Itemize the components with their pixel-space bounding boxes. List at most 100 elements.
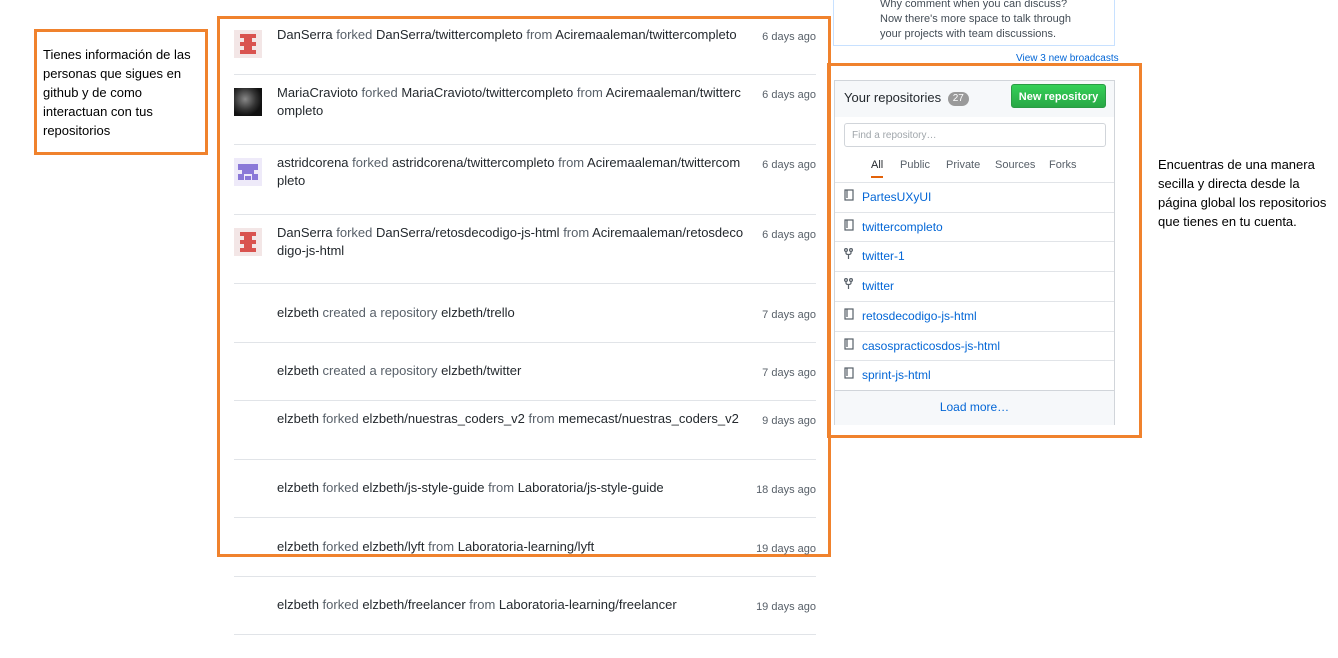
feed-target-repo-link[interactable]: astridcorena/twittercompleto [392,155,555,170]
avatar[interactable] [234,30,262,58]
feed-verb: forked [336,225,373,240]
tab-forks[interactable]: Forks [1049,159,1077,171]
feed-verb: forked [336,27,373,42]
feed-timestamp: 6 days ago [762,31,816,43]
avatar[interactable] [234,88,262,116]
feed-item-text: elzbeth forked elzbeth/lyft from Laborat… [277,538,745,556]
annotation-left-box: Tienes información de las personas que s… [34,29,208,155]
repository-item[interactable]: twitter-1 [835,241,1114,270]
feed-timestamp: 6 days ago [762,159,816,171]
repositories-header: Your repositories 27 New repository [835,81,1114,117]
feed-timestamp: 19 days ago [756,542,816,555]
feed-verb: forked [361,85,398,100]
feed-item: DanSerra forked DanSerra/retosdecodigo-j… [234,214,816,284]
feed-actor-link[interactable]: DanSerra [277,27,333,42]
feed-preposition: from [526,27,553,42]
repository-item[interactable]: twittercompleto [835,211,1114,241]
avatar[interactable] [234,228,262,256]
tab-public[interactable]: Public [900,159,930,171]
repository-item[interactable]: PartesUXyUI [835,182,1114,211]
feed-actor-link[interactable]: elzbeth [277,539,319,554]
repositories-panel: Your repositories 27 New repository All … [834,80,1115,426]
feed-source-repo-link[interactable]: memecast/nuestras_coders_v2 [558,411,739,426]
feed-actor-link[interactable]: astridcorena [277,155,349,170]
repo-icon [844,361,854,389]
fork-icon [844,242,853,270]
load-more-link[interactable]: Load more… [835,390,1114,425]
feed-preposition: from [428,538,455,554]
feed-target-repo-link[interactable]: DanSerra/retosdecodigo-js-html [376,225,560,240]
feed-timestamp: 7 days ago [762,367,816,379]
feed-timestamp: 6 days ago [762,229,816,241]
feed-target-repo-link[interactable]: elzbeth/freelancer [362,597,465,612]
repository-name-link[interactable]: retosdecodigo-js-html [862,302,977,330]
feed-target-repo-link[interactable]: elzbeth/js-style-guide [362,480,484,495]
repository-name-link[interactable]: PartesUXyUI [862,183,931,211]
feed-verb: forked [322,480,359,495]
feed-target-repo-link[interactable]: elzbeth/lyft [362,539,424,554]
repository-name-link[interactable]: twitter-1 [862,242,905,270]
feed-item: elzbeth forked elzbeth/js-style-guide fr… [234,459,816,518]
feed-preposition: from [528,411,555,426]
feed-target-repo-link[interactable]: elzbeth/nuestras_coders_v2 [362,411,525,426]
repository-item[interactable]: sprint-js-html [835,360,1114,389]
feed-timestamp: 19 days ago [756,601,816,613]
repositories-count-badge: 27 [947,92,969,106]
new-repository-button[interactable]: New repository [1011,84,1106,108]
repositories-body: All Public Private Sources Forks PartesU… [835,117,1114,426]
feed-actor-link[interactable]: elzbeth [277,363,319,378]
repository-name-link[interactable]: twitter [862,272,894,300]
feed-actor-link[interactable]: elzbeth [277,305,319,320]
feed-target-repo-link[interactable]: MariaCravioto/twittercompleto [401,85,573,100]
broadcast-card: Why comment when you can discuss? Now th… [833,0,1115,46]
feed-target-repo-link[interactable]: DanSerra/twittercompleto [376,27,523,42]
feed-actor-link[interactable]: DanSerra [277,225,333,240]
feed-timestamp: 18 days ago [756,484,816,496]
repository-name-link[interactable]: casospracticosdos-js-html [862,332,1000,360]
feed-item: astridcorena forked astridcorena/twitter… [234,144,816,215]
feed-source-repo-link[interactable]: Laboratoria-learning/lyft [458,539,595,554]
avatar[interactable] [234,158,262,186]
find-repository-input[interactable] [844,123,1106,147]
feed-preposition: from [563,225,590,240]
feed-timestamp: 6 days ago [762,89,816,101]
feed-item-text: elzbeth forked elzbeth/freelancer from L… [277,596,745,614]
feed-actor-link[interactable]: elzbeth [277,411,319,426]
feed-item: elzbeth created a repository elzbeth/tre… [234,283,816,343]
feed-preposition: from [488,480,515,495]
feed-actor-link[interactable]: elzbeth [277,480,319,495]
feed-source-repo-link[interactable]: Laboratoria/js-style-guide [518,480,664,495]
tab-private[interactable]: Private [946,159,980,171]
repository-name-link[interactable]: twittercompleto [862,213,943,241]
feed-verb: created a repository [322,363,438,378]
feed-preposition: from [576,85,603,100]
feed-target-repo-link[interactable]: elzbeth/trello [441,305,515,320]
feed-actor-link[interactable]: elzbeth [277,597,319,612]
feed-target-repo-link[interactable]: elzbeth/twitter [441,363,521,378]
tab-sources[interactable]: Sources [995,159,1035,171]
repository-item[interactable]: casospracticosdos-js-html [835,330,1114,360]
repository-item[interactable]: retosdecodigo-js-html [835,300,1114,330]
feed-verb: forked [352,155,389,170]
feed-item-text: MariaCravioto forked MariaCravioto/twitt… [277,84,745,120]
feed-actor-link[interactable]: MariaCravioto [277,85,358,100]
repository-item[interactable]: twitter [835,271,1114,300]
repo-icon [844,213,854,241]
repo-icon [844,332,854,360]
view-broadcasts-link[interactable]: View 3 new broadcasts [1016,53,1119,64]
feed-source-repo-link[interactable]: Laboratoria-learning/freelancer [499,597,677,612]
feed-item: elzbeth forked elzbeth/lyft from Laborat… [234,517,816,577]
tab-all[interactable]: All [871,159,884,178]
feed-timestamp: 9 days ago [762,415,816,427]
feed-item-text: elzbeth created a repository elzbeth/tre… [277,304,745,322]
feed-verb: forked [322,538,359,554]
repo-icon [844,183,854,211]
feed-item-text: DanSerra forked DanSerra/twittercompleto… [277,26,745,44]
feed-item: elzbeth forked elzbeth/freelancer from L… [234,576,816,635]
feed-source-repo-link[interactable]: Aciremaaleman/twittercompleto [555,27,736,42]
repository-name-link[interactable]: sprint-js-html [862,361,931,389]
repo-icon [844,302,854,330]
annotation-left-text: Tienes información de las personas que s… [43,47,191,138]
repositories-title: Your repositories 27 [844,90,969,106]
repositories-title-label: Your repositories [844,90,942,105]
